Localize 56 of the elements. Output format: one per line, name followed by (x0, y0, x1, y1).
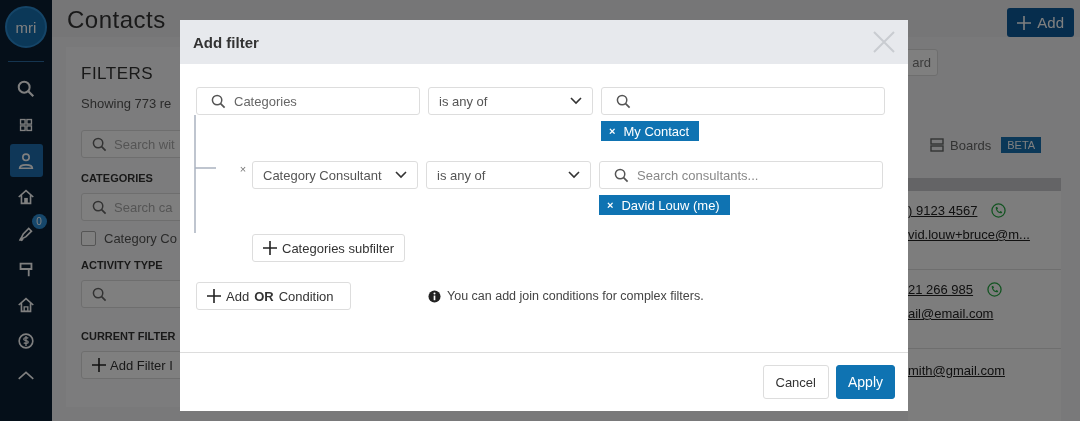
placeholder-text: Search consultants... (637, 167, 759, 183)
chevron-down-icon (570, 97, 582, 105)
add-filter-button[interactable]: Add Filter I (81, 351, 180, 379)
dollar-icon (16, 330, 36, 351)
search-icon (92, 136, 107, 152)
add-subfilter-button[interactable]: Categories subfilter (252, 234, 405, 262)
email-link[interactable]: vid.louw+bruce@m... (908, 227, 1030, 242)
beta-badge: BETA (1001, 137, 1042, 153)
chevron-down-icon (395, 171, 407, 179)
checkbox[interactable] (81, 231, 96, 246)
section-heading: CATEGORIES (81, 172, 154, 184)
email-link[interactable]: mith@gmail.com (908, 363, 1005, 378)
info-icon (428, 289, 441, 303)
info-text: You can add join conditions for complex filters. (447, 289, 704, 303)
checkbox-label: Category Co (104, 231, 177, 246)
view-button[interactable]: ard (908, 49, 938, 76)
field-search[interactable]: Categories (196, 87, 420, 115)
remove-subfilter-button[interactable]: × (234, 161, 252, 177)
search-icon (616, 93, 631, 109)
page-title: Contacts (67, 6, 166, 34)
person-icon (16, 150, 36, 171)
operator-select[interactable]: is any of (428, 87, 593, 115)
search-icon (16, 78, 36, 99)
add-or-condition-button[interactable]: Add OR Condition (196, 282, 351, 310)
panel-title: FILTERS (81, 64, 155, 84)
section-heading: ACTIVITY TYPE (81, 259, 164, 271)
operator-select[interactable]: is any of (426, 161, 591, 189)
add-button[interactable]: Add (1007, 8, 1074, 37)
dialog-title: Add filter (193, 33, 259, 51)
field-value: Categories (234, 93, 297, 109)
plus-icon (207, 289, 221, 303)
logo[interactable]: mri (5, 6, 47, 48)
field-select[interactable]: Category Consultant (252, 161, 418, 189)
cancel-button[interactable]: Cancel (762, 365, 829, 399)
phone-link[interactable]: ) 9123 4567 (908, 203, 978, 218)
selected-tag[interactable]: × David Louw (me) (599, 195, 730, 215)
plus-icon (263, 241, 277, 255)
boards-label[interactable]: Boards (950, 137, 992, 153)
plus-icon (1017, 15, 1032, 30)
search-icon (92, 199, 107, 215)
value-search-field[interactable]: Search consultants... (599, 161, 883, 189)
search-icon (92, 286, 107, 302)
search-icon (614, 167, 629, 183)
result-summary: Showing 773 re (81, 96, 173, 111)
search-icon (211, 93, 226, 109)
boards-icon (930, 138, 944, 152)
section-heading: CURRENT FILTER (81, 330, 177, 342)
phone-link[interactable]: 21 266 985 (908, 282, 974, 297)
selected-tag[interactable]: × My Contact (601, 121, 700, 141)
chevron-down-icon (568, 171, 580, 179)
count-badge: 0 (31, 214, 47, 229)
plus-icon (92, 358, 106, 372)
nav-item[interactable] (9, 144, 43, 177)
apply-button[interactable]: Apply (835, 365, 895, 399)
value-search-field[interactable] (601, 87, 885, 115)
email-link[interactable]: ail@email.com (908, 306, 994, 321)
